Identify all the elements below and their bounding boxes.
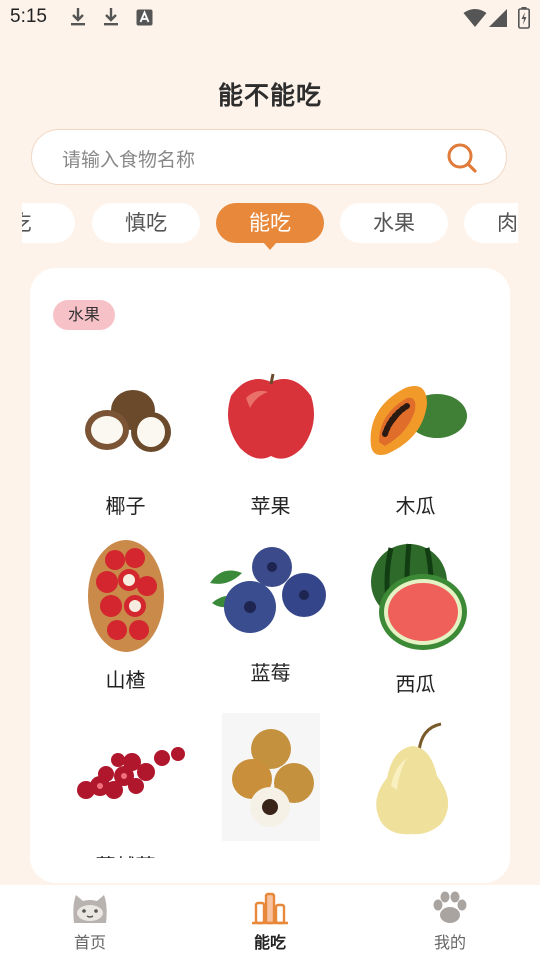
nav-label: 我的 — [433, 933, 466, 952]
food-name: 梨 — [343, 854, 488, 858]
tab-shuiguo[interactable]: 水果 — [340, 203, 448, 243]
paw-icon — [433, 891, 467, 923]
building-icon — [252, 892, 288, 925]
food-name: 蔓越莓 — [53, 850, 198, 858]
papaya-icon — [370, 386, 467, 455]
food-item-papaya[interactable]: 木瓜 — [343, 368, 488, 519]
cranberry-icon — [76, 747, 185, 799]
category-badge: 水果 — [53, 300, 116, 330]
food-name: 苹果 — [250, 494, 291, 518]
tab-roudan[interactable]: 肉蛋 — [464, 203, 518, 243]
nav-home[interactable]: 首页 — [40, 891, 140, 953]
food-grid: 椰子 苹果 木瓜 山楂 蓝莓 西瓜 — [30, 268, 510, 858]
food-item-hawthorn[interactable]: 山楂 — [53, 536, 198, 693]
food-name: 桂圆 — [198, 855, 343, 858]
food-name: 木瓜 — [395, 494, 436, 518]
nav-label: 首页 — [73, 933, 106, 952]
search-bar[interactable]: 请输入食物名称 — [31, 129, 507, 185]
watermelon-icon — [370, 543, 467, 650]
tab-chi[interactable]: 吃 — [22, 203, 75, 243]
download-icon — [104, 8, 118, 26]
food-item-coconut[interactable]: 椰子 — [53, 368, 198, 519]
text-a-icon — [136, 9, 153, 26]
longan-icon — [221, 713, 320, 841]
tab-shenchi[interactable]: 慎吃 — [92, 203, 200, 243]
food-item-pear[interactable]: 梨 — [343, 720, 488, 858]
page-title: 能不能吃 — [217, 81, 322, 110]
food-item-blueberry[interactable]: 蓝莓 — [198, 543, 343, 686]
wifi-icon — [463, 9, 487, 27]
status-time: 5:15 — [10, 6, 47, 27]
hawthorn-icon — [87, 540, 164, 652]
food-name: 西瓜 — [395, 672, 436, 696]
food-item-longan[interactable]: 桂圆 — [198, 713, 343, 858]
bottom-nav: 首页 能吃 我的 — [0, 885, 540, 960]
download-icon — [71, 8, 85, 26]
status-bar: 5:15 — [0, 0, 540, 36]
signal-icon — [489, 9, 507, 27]
food-name: 山楂 — [105, 668, 146, 692]
cat-icon — [73, 895, 107, 923]
nav-nengchi[interactable]: 能吃 — [220, 891, 320, 953]
pear-icon — [375, 722, 448, 835]
nav-mine[interactable]: 我的 — [400, 891, 500, 953]
food-item-apple[interactable]: 苹果 — [198, 368, 343, 519]
battery-icon — [518, 7, 530, 29]
food-card: 椰子 苹果 木瓜 山楂 蓝莓 西瓜 水果 — [30, 268, 510, 883]
food-item-cranberry[interactable]: 蔓越莓 — [53, 728, 198, 858]
category-tabs: 吃 慎吃 能吃 水果 肉蛋 — [22, 202, 518, 250]
search-input[interactable]: 请输入食物名称 — [62, 145, 195, 172]
coconut-icon — [84, 390, 171, 452]
nav-label: 能吃 — [253, 933, 286, 952]
search-icon[interactable] — [446, 142, 478, 174]
food-name: 蓝莓 — [250, 661, 291, 685]
blueberry-icon — [209, 547, 326, 633]
food-item-watermelon[interactable]: 西瓜 — [343, 540, 488, 697]
food-name: 椰子 — [105, 494, 146, 518]
tab-nengchi[interactable]: 能吃 — [216, 203, 324, 250]
apple-icon — [227, 373, 314, 459]
